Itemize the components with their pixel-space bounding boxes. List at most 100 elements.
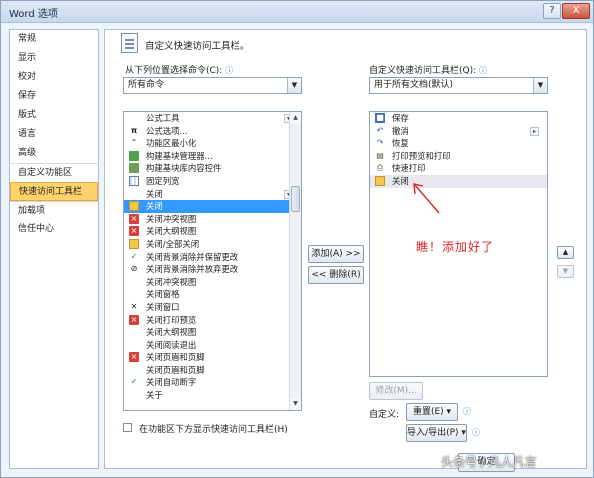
list-item-label: 关闭冲突视图 [146,276,197,287]
list-item[interactable]: 关于 [124,389,301,402]
customize-toolbar-label: 自定义快速访问工具栏(Q): ⓘ [369,63,487,76]
scroll-down-icon[interactable]: ▼ [290,398,301,410]
list-item-label: 关闭 [146,201,163,212]
nav-item-proofing[interactable]: 校对 [10,68,98,87]
blank-icon [129,340,139,350]
list-item-label: 关闭页眉和页脚 [146,352,205,363]
list-item[interactable]: ✓ 关闭背景消除并保留更改 [124,251,301,264]
help-button[interactable]: ? [543,3,561,19]
scroll-thumb[interactable] [291,186,300,212]
print-preview-icon: ▤ [376,150,384,160]
list-item[interactable]: ⎙ 快速打印 [370,162,547,175]
list-item-label: 恢复 [392,138,409,149]
list-item[interactable]: ■ 保存 [370,112,547,125]
blank-icon [129,113,139,123]
submenu-arrow-icon[interactable]: ▸ [530,126,539,136]
import-export-button[interactable]: 导入/导出(P) ▾ [406,424,467,442]
customize-toolbar-icon [121,33,138,53]
nav-item-layout[interactable]: 版式 [10,106,98,125]
list-item-label: 固定列宽 [146,175,180,186]
options-navigation: 常规 显示 校对 保存 版式 语言 高级 自定义功能区 快速访问工具栏 加载项 信任中心 [9,29,99,469]
choose-commands-label-text: 从下列位置选择命令(C): [125,66,223,76]
building-blocks-icon [129,150,139,161]
check-icon: ✓ [130,251,138,261]
list-item[interactable]: ⌃ 功能区最小化 [124,137,301,150]
chevron-down-icon[interactable]: ▼ [287,78,301,93]
remove-button[interactable]: << 删除(R) [308,266,364,284]
list-item[interactable]: 关闭大纲视图 [124,326,301,339]
nav-item-advanced[interactable]: 高级 [10,144,98,163]
nav-item-quick-access-toolbar[interactable]: 快速访问工具栏 [10,182,98,201]
ribbon-minimize-icon: ⌃ [130,138,138,148]
choose-commands-dropdown[interactable]: 所有命令 ▼ [123,77,302,94]
modify-button[interactable]: 修改(M)... [369,382,423,400]
available-commands-list[interactable]: 公式工具▾π 公式选项... ⌃ 功能区最小化构建基块管理器... 构建基块库内容控件固… [123,111,302,411]
list-item[interactable]: × 关闭冲突视图 [124,213,301,226]
list-item[interactable]: 关闭 [124,200,301,213]
chevron-down-icon[interactable]: ▼ [533,78,547,93]
list-item-label: 关闭 [146,188,163,199]
annotation-text: 瞧！添加好了 [416,240,495,254]
add-button[interactable]: 添加(A) >> [308,245,364,263]
list-item[interactable]: 关闭 [370,174,547,188]
list-item[interactable]: 构建基块库内容控件 [124,162,301,175]
watermark: 头条号 / 凡人凡言 [441,455,537,469]
list-item[interactable]: ✕ 关闭窗口 [124,301,301,314]
list-item-label: 公式工具 [146,113,180,123]
customize-label: 自定义: [369,410,400,420]
list-item[interactable]: ▤ 打印预览和打印 [370,150,547,163]
list-item[interactable]: × 关闭打印预览 [124,314,301,327]
list-item-label: 关闭/全部关闭 [146,238,200,249]
close-red-icon: × [129,213,139,224]
quick-print-icon: ⎙ [376,163,384,173]
list-item[interactable]: 固定列宽 [124,175,301,188]
toolbar-scope-dropdown[interactable]: 用于所有文档(默认) ▼ [369,77,548,94]
list-item[interactable]: 关闭阅读退出 [124,339,301,352]
list-item[interactable]: × 关闭页眉和页脚 [124,351,301,364]
nav-item-customize-ribbon[interactable]: 自定义功能区 [10,163,98,182]
folder-icon [129,238,139,249]
blank-icon [129,289,139,299]
list-item-label: 关闭窗格 [146,289,180,300]
show-below-ribbon-label: 在功能区下方显示快速访问工具栏(H) [139,425,288,435]
nav-item-display[interactable]: 显示 [10,49,98,68]
scroll-up-icon[interactable]: ▲ [290,112,301,124]
choose-commands-label: 从下列位置选择命令(C): ⓘ [125,63,233,76]
list-item-label: 关闭自动断字 [146,377,197,388]
reset-button[interactable]: 重置(E) ▾ [406,403,458,421]
list-item-label: 关闭页眉和页脚 [146,364,205,375]
blank-icon [129,390,139,400]
list-item[interactable]: 关闭冲突视图 [124,276,301,289]
commands-scrollbar[interactable]: ▲ ▼ [289,112,301,410]
list-item[interactable]: ✓ 关闭自动断字 [124,376,301,389]
list-item[interactable]: 构建基块管理器... [124,150,301,163]
nav-item-addins[interactable]: 加载项 [10,201,98,220]
nav-item-save[interactable]: 保存 [10,87,98,106]
list-item[interactable]: 关闭/全部关闭 [124,238,301,251]
info-icon: ⓘ [225,66,234,75]
list-item[interactable]: π 公式选项... [124,125,301,138]
move-down-button[interactable]: ▼ [557,265,574,278]
blank-icon [129,189,139,199]
list-item[interactable]: 关闭窗格 [124,288,301,301]
list-item-label: 快速打印 [392,163,426,174]
nav-item-general[interactable]: 常规 [10,30,98,49]
show-below-ribbon-checkbox[interactable] [123,423,132,432]
list-item[interactable]: ⊘ 关闭背景消除并放弃更改 [124,263,301,276]
list-item[interactable]: 关闭▾ [124,188,301,201]
list-item-label: 关闭 [392,175,409,186]
nav-item-language[interactable]: 语言 [10,125,98,144]
list-item[interactable]: 关闭页眉和页脚 [124,364,301,377]
blank-icon [129,327,139,337]
list-item[interactable]: ↷ 恢复 [370,137,547,150]
list-item[interactable]: × 关闭大纲视图 [124,225,301,238]
nav-item-trust-center[interactable]: 信任中心 [10,220,98,239]
list-item-label: 构建基块管理器... [146,150,213,161]
list-item-label: 关于 [146,390,163,401]
close-button[interactable]: X [562,3,590,19]
move-up-button[interactable]: ▲ [557,246,574,259]
chevron-down-icon: ▾ [461,428,466,438]
section-title: 自定义快速访问工具栏。 [145,41,250,52]
list-item[interactable]: ↶ 撤消 ▸ [370,125,547,138]
list-item[interactable]: 公式工具▾ [124,112,301,125]
